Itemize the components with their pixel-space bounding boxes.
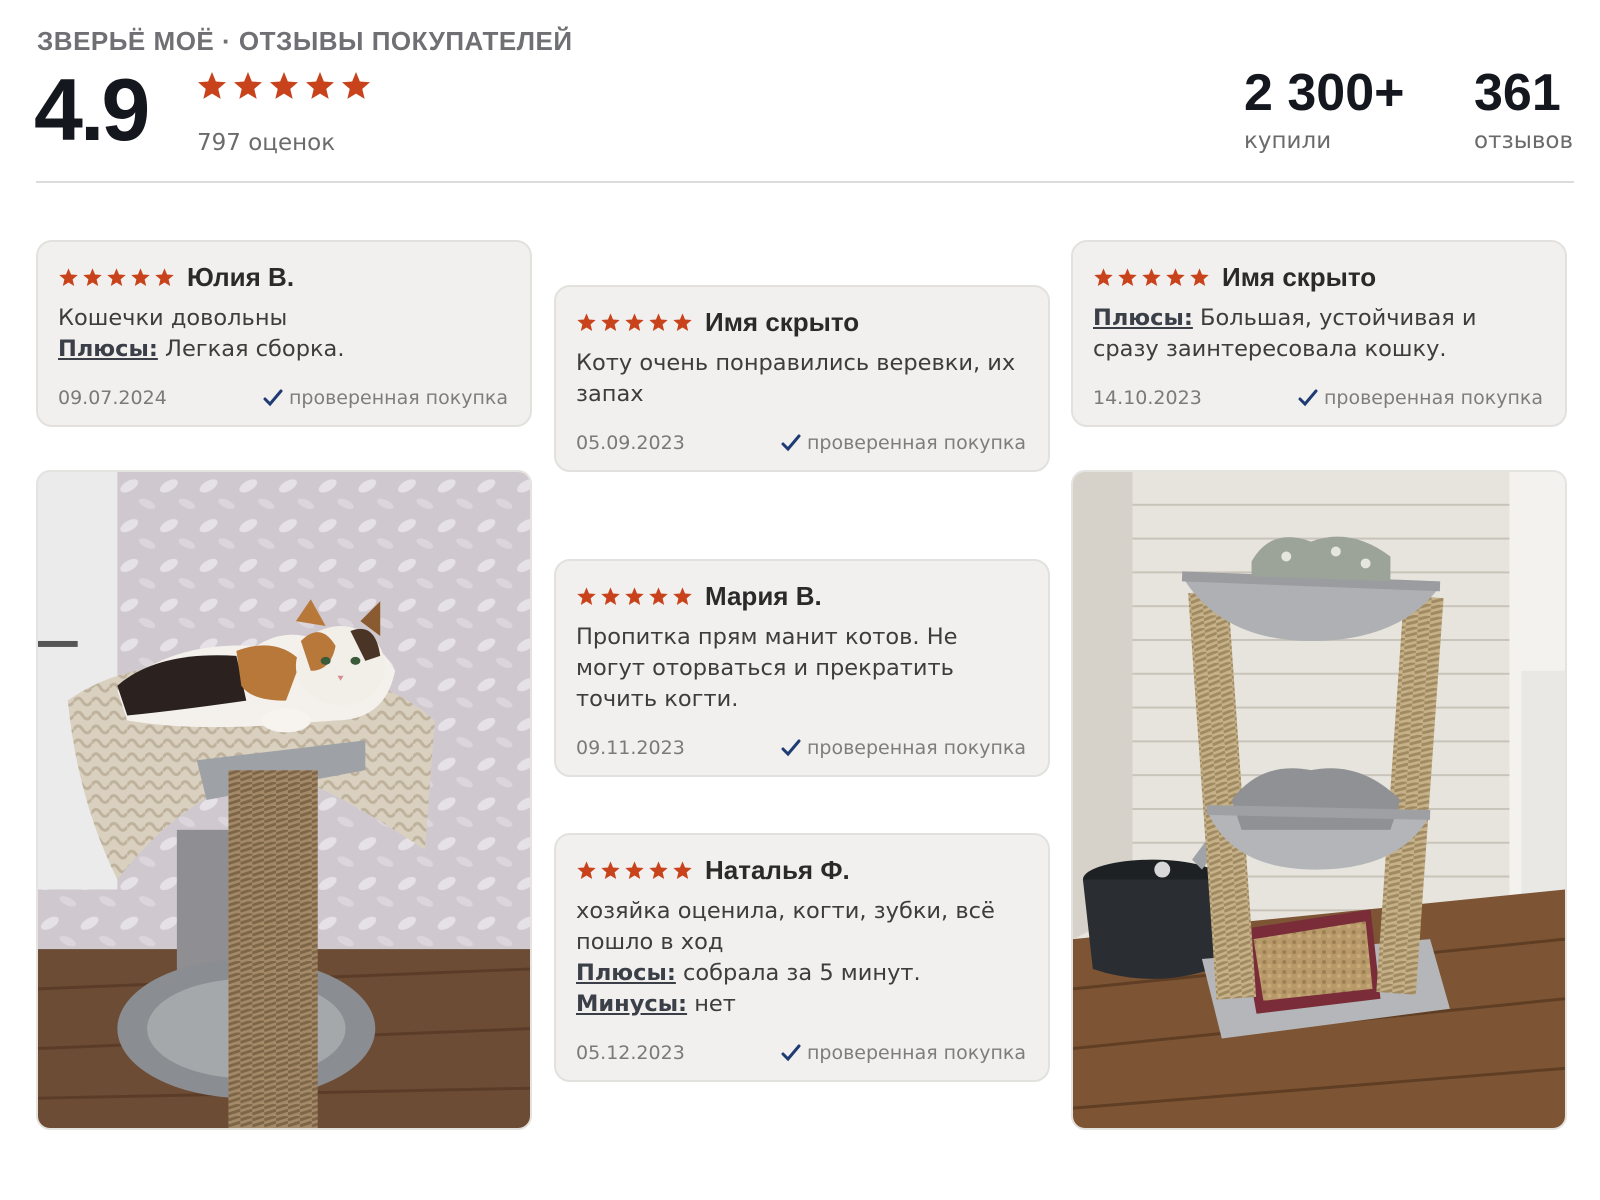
review-body: хозяйка оценила, когти, зубки, всё пошло… (576, 896, 1026, 1020)
verified-badge: проверенная покупка (1298, 387, 1543, 409)
verified-badge: проверенная покупка (781, 432, 1026, 454)
checkmark-icon (263, 389, 283, 407)
review-stars (576, 860, 693, 881)
review-card: Имя скрыто Плюсы: Большая, устойчивая и … (1071, 240, 1567, 427)
star-icon (601, 313, 620, 331)
review-date: 05.09.2023 (576, 432, 685, 454)
review-text: Пропитка прям манит котов. Не могут отор… (576, 624, 958, 712)
cat-on-scratching-post-photo (38, 472, 530, 1128)
review-card: Юлия В. Кошечки довольны Плюсы: Легкая с… (36, 240, 532, 427)
star-icon (131, 268, 150, 286)
star-icon (1118, 268, 1137, 286)
star-icon (673, 861, 692, 879)
star-icon (625, 587, 644, 605)
checkmark-icon (781, 434, 801, 452)
review-card: Наталья Ф. хозяйка оценила, когти, зубки… (554, 833, 1050, 1082)
review-date: 05.12.2023 (576, 1042, 685, 1064)
star-icon (625, 313, 644, 331)
star-icon (625, 861, 644, 879)
stat-bought-value: 2 300+ (1244, 64, 1405, 122)
review-author: Юлия В. (187, 262, 295, 292)
cat-tree-with-hammocks-photo (1073, 472, 1565, 1128)
star-icon (342, 72, 370, 99)
review-card: Мария В. Пропитка прям манит котов. Не м… (554, 559, 1050, 777)
review-stars (58, 267, 175, 288)
review-author: Мария В. (705, 581, 822, 611)
review-text: Кошечки довольны (58, 305, 288, 331)
review-text: Коту очень понравились веревки, их запах (576, 350, 1016, 407)
checkmark-icon (781, 1044, 801, 1062)
star-icon (59, 268, 78, 286)
review-author: Наталья Ф. (705, 855, 850, 885)
star-icon (198, 72, 226, 99)
verified-label: проверенная покупка (288, 387, 508, 409)
review-stars (576, 312, 693, 333)
cons-text: нет (687, 991, 736, 1017)
checkmark-icon (781, 739, 801, 757)
star-icon (83, 268, 102, 286)
star-icon (649, 861, 668, 879)
star-icon (234, 72, 262, 99)
review-text: хозяйка оценила, когти, зубки, всё пошло… (576, 898, 995, 955)
review-stars (576, 586, 693, 607)
review-date: 09.11.2023 (576, 737, 685, 759)
ratings-count: 797 оценок (197, 130, 336, 156)
star-icon (673, 587, 692, 605)
star-icon (649, 313, 668, 331)
verified-badge: проверенная покупка (263, 387, 508, 409)
star-icon (601, 587, 620, 605)
review-date: 14.10.2023 (1093, 387, 1202, 409)
review-photo-cat-on-post[interactable] (36, 470, 532, 1130)
verified-badge: проверенная покупка (781, 1042, 1026, 1064)
star-icon (649, 587, 668, 605)
review-stars (1093, 267, 1210, 288)
stat-reviews-value: 361 (1474, 64, 1561, 122)
verified-label: проверенная покупка (806, 432, 1026, 454)
pros-text: Легкая сборка. (157, 336, 345, 362)
header-divider (36, 181, 1574, 183)
stat-reviews-label: отзывов (1474, 128, 1574, 154)
pros-label: Плюсы: (1093, 305, 1193, 331)
review-body: Пропитка прям манит котов. Не могут отор… (576, 622, 1026, 715)
cons-label: Минусы: (576, 991, 688, 1017)
pros-label: Плюсы: (58, 336, 158, 362)
brand-title: ЗВЕРЬЁ МОЁ · ОТЗЫВЫ ПОКУПАТЕЛЕЙ (37, 26, 573, 56)
review-body: Коту очень понравились веревки, их запах (576, 348, 1026, 410)
star-icon (577, 313, 596, 331)
checkmark-icon (1298, 389, 1318, 407)
stat-bought: 2 300+ купили (1244, 60, 1405, 154)
star-icon (577, 861, 596, 879)
review-photo-cat-tree[interactable] (1071, 470, 1567, 1130)
pros-label: Плюсы: (576, 960, 676, 986)
review-author: Имя скрыто (705, 307, 860, 337)
verified-label: проверенная покупка (806, 737, 1026, 759)
verified-label: проверенная покупка (806, 1042, 1026, 1064)
star-icon (1190, 268, 1209, 286)
rating-stars (196, 70, 372, 102)
review-author: Имя скрыто (1222, 262, 1377, 292)
stat-reviews: 361 отзывов (1474, 60, 1573, 154)
verified-label: проверенная покупка (1323, 387, 1543, 409)
star-icon (306, 72, 334, 99)
star-icon (1094, 268, 1113, 286)
stat-bought-label: купили (1244, 128, 1332, 154)
review-body: Кошечки довольны Плюсы: Легкая сборка. (58, 303, 508, 365)
star-icon (107, 268, 126, 286)
star-icon (1142, 268, 1161, 286)
review-body: Плюсы: Большая, устойчивая и сразу заинт… (1093, 303, 1543, 365)
star-icon (155, 268, 174, 286)
star-icon (270, 72, 298, 99)
review-date: 09.07.2024 (58, 387, 167, 409)
star-icon (1166, 268, 1185, 286)
verified-badge: проверенная покупка (781, 737, 1026, 759)
star-icon (601, 861, 620, 879)
review-card: Имя скрыто Коту очень понравились веревк… (554, 285, 1050, 472)
pros-text: собрала за 5 минут. (675, 960, 921, 986)
average-rating: 4.9 (34, 60, 150, 159)
star-icon (577, 587, 596, 605)
star-icon (673, 313, 692, 331)
